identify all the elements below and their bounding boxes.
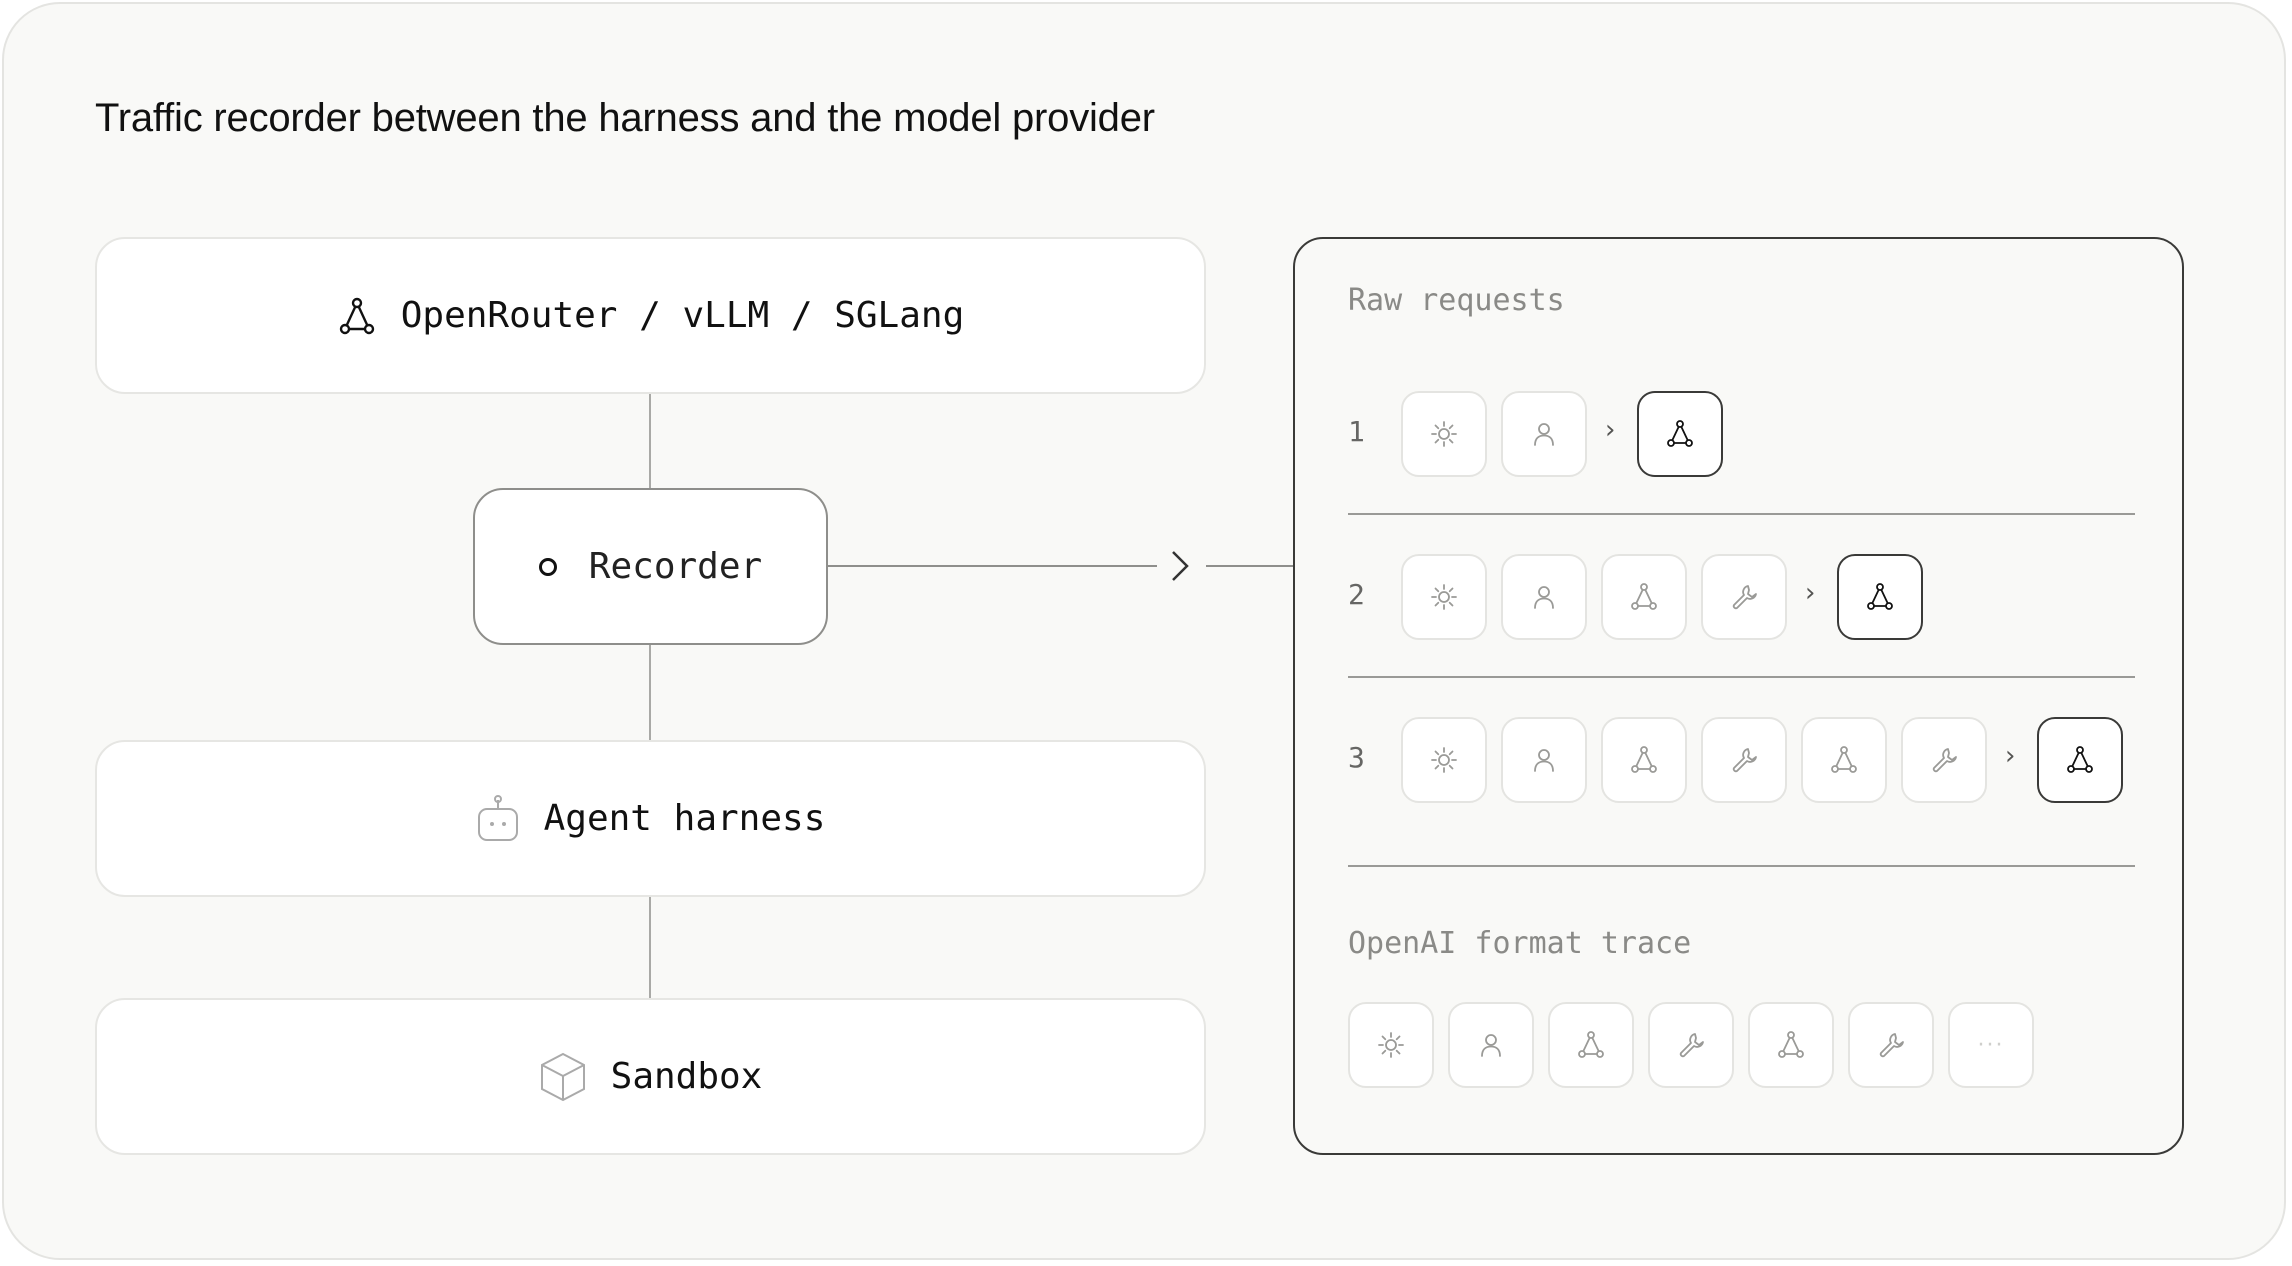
message-chip: ··· bbox=[1948, 1002, 2034, 1088]
network-icon bbox=[1629, 745, 1659, 775]
recorder-box: Recorder bbox=[473, 488, 828, 645]
message-chip bbox=[1501, 717, 1587, 803]
response-chip bbox=[1837, 554, 1923, 640]
wrench-icon bbox=[1929, 745, 1959, 775]
harness-box: Agent harness bbox=[95, 740, 1206, 897]
connector-recorder-panel-b bbox=[1206, 565, 1295, 567]
network-icon bbox=[337, 296, 377, 336]
row-number: 1 bbox=[1348, 415, 1365, 448]
caret-separator: › bbox=[1805, 578, 1816, 608]
message-chip bbox=[1848, 1002, 1934, 1088]
message-chip bbox=[1448, 1002, 1534, 1088]
message-chip bbox=[1401, 391, 1487, 477]
circle-icon bbox=[538, 557, 557, 576]
raw-requests-label: Raw requests bbox=[1348, 283, 1565, 318]
provider-label: OpenRouter / vLLM / SGLang bbox=[400, 295, 965, 336]
message-chip bbox=[1501, 554, 1587, 640]
requests-panel: Raw requests 1 2 3 OpenAI format trace ›… bbox=[1293, 237, 2184, 1155]
message-chip bbox=[1348, 1002, 1434, 1088]
user-icon bbox=[1530, 746, 1558, 774]
row-number: 2 bbox=[1348, 578, 1365, 611]
wrench-icon bbox=[1876, 1030, 1906, 1060]
user-icon bbox=[1477, 1031, 1505, 1059]
sun-icon bbox=[1430, 746, 1458, 774]
connector-recorder-harness bbox=[649, 644, 651, 741]
user-icon bbox=[1530, 420, 1558, 448]
network-icon bbox=[1865, 582, 1895, 612]
sun-icon bbox=[1377, 1031, 1405, 1059]
response-chip bbox=[1637, 391, 1723, 477]
network-icon bbox=[1576, 1030, 1606, 1060]
caret-separator: › bbox=[1605, 415, 1616, 445]
sun-icon bbox=[1430, 583, 1458, 611]
message-chip bbox=[1748, 1002, 1834, 1088]
message-chip bbox=[1901, 717, 1987, 803]
message-chip bbox=[1601, 717, 1687, 803]
trace-label: OpenAI format trace bbox=[1348, 926, 1692, 961]
row-divider bbox=[1348, 676, 2135, 678]
network-icon bbox=[2065, 745, 2095, 775]
network-icon bbox=[1829, 745, 1859, 775]
chevron-right-icon bbox=[1172, 551, 1189, 581]
user-icon bbox=[1530, 583, 1558, 611]
connector-harness-sandbox bbox=[649, 896, 651, 999]
network-icon bbox=[1629, 582, 1659, 612]
robot-icon bbox=[476, 794, 520, 843]
diagram-title: Traffic recorder between the harness and… bbox=[95, 96, 1155, 140]
recorder-label: Recorder bbox=[588, 546, 763, 587]
message-chip bbox=[1401, 554, 1487, 640]
response-chip bbox=[2037, 717, 2123, 803]
message-chip bbox=[1801, 717, 1887, 803]
wrench-icon bbox=[1729, 582, 1759, 612]
sandbox-label: Sandbox bbox=[610, 1056, 763, 1097]
wrench-icon bbox=[1676, 1030, 1706, 1060]
message-chip bbox=[1548, 1002, 1634, 1088]
message-chip bbox=[1701, 554, 1787, 640]
harness-label: Agent harness bbox=[543, 798, 826, 839]
ellipsis-icon: ··· bbox=[1977, 1032, 2005, 1058]
connector-recorder-panel-a bbox=[827, 565, 1157, 567]
sun-icon bbox=[1430, 420, 1458, 448]
connector-provider-recorder bbox=[649, 393, 651, 489]
network-icon bbox=[1665, 419, 1695, 449]
message-chip bbox=[1701, 717, 1787, 803]
provider-box: OpenRouter / vLLM / SGLang bbox=[95, 237, 1206, 394]
row-divider bbox=[1348, 865, 2135, 867]
network-icon bbox=[1776, 1030, 1806, 1060]
message-chip bbox=[1648, 1002, 1734, 1088]
message-chip bbox=[1401, 717, 1487, 803]
cube-icon bbox=[539, 1051, 587, 1103]
row-number: 3 bbox=[1348, 741, 1365, 774]
message-chip bbox=[1601, 554, 1687, 640]
caret-separator: › bbox=[2005, 741, 2016, 771]
wrench-icon bbox=[1729, 745, 1759, 775]
sandbox-box: Sandbox bbox=[95, 998, 1206, 1155]
message-chip bbox=[1501, 391, 1587, 477]
row-divider bbox=[1348, 513, 2135, 515]
